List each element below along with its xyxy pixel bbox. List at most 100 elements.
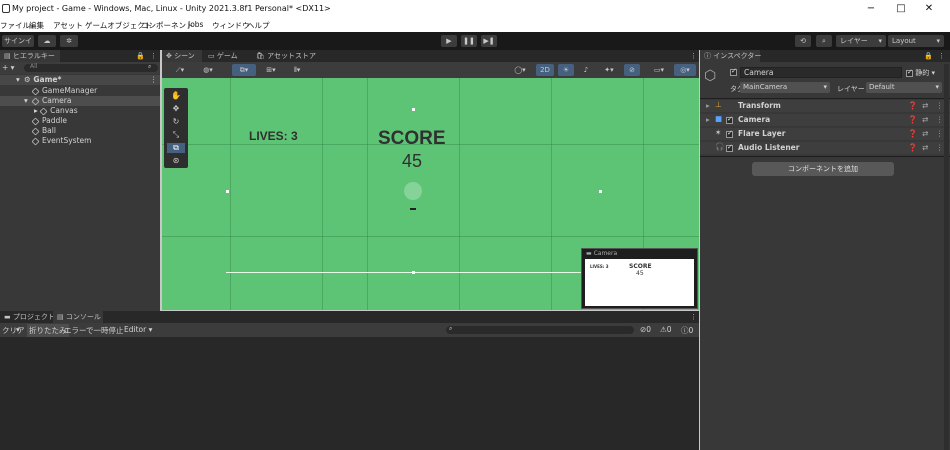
enabled-checkbox[interactable] bbox=[726, 115, 733, 124]
rect-handle[interactable] bbox=[412, 271, 415, 274]
static-checkbox[interactable] bbox=[906, 68, 913, 77]
active-checkbox[interactable] bbox=[730, 67, 737, 76]
enabled-checkbox[interactable] bbox=[726, 143, 733, 152]
hierarchy-search-input[interactable]: All ⌕ bbox=[24, 63, 158, 72]
preset-icon[interactable]: ⇄ bbox=[922, 143, 928, 152]
lighting-icon[interactable]: ☀ bbox=[558, 64, 574, 76]
rect-tool-icon[interactable]: ⧉▾ bbox=[232, 64, 256, 76]
paddle[interactable] bbox=[410, 208, 416, 210]
maximize-button[interactable]: □ bbox=[892, 2, 910, 16]
clear-dropdown-icon[interactable]: ▾ bbox=[16, 325, 20, 334]
tab-hierarchy[interactable]: ▤ ヒエラルキー bbox=[0, 50, 60, 62]
collab-icon[interactable]: ✲ bbox=[60, 35, 78, 47]
rect-handle[interactable] bbox=[599, 190, 602, 193]
list-item[interactable]: EventSystem bbox=[31, 136, 91, 145]
console-search-input[interactable]: ⌕ bbox=[446, 325, 634, 334]
tab-console[interactable]: ▤ コンソール bbox=[53, 311, 103, 323]
minimize-button[interactable]: − bbox=[862, 2, 880, 16]
clear-button[interactable]: クリア bbox=[2, 325, 25, 336]
warning-count[interactable]: ⚠0 bbox=[660, 325, 672, 334]
lives-text[interactable]: LIVES: 3 bbox=[249, 129, 298, 143]
component-camera[interactable]: ▸ ■ Camera ❓ ⇄ ⋮ bbox=[700, 114, 950, 126]
help-icon[interactable]: ❓ bbox=[908, 115, 917, 124]
component-menu-icon[interactable]: ⋮ bbox=[936, 129, 944, 138]
menu-component[interactable]: コンポーネント bbox=[141, 20, 194, 31]
error-pause-toggle[interactable]: エラーで一時停止 bbox=[64, 325, 124, 336]
component-enabled-toggle[interactable] bbox=[726, 143, 733, 153]
rect-transform-tool-icon[interactable]: ⧉ bbox=[167, 143, 185, 153]
tab-project[interactable]: ▬ プロジェクト bbox=[0, 311, 55, 323]
score-value-text[interactable]: 45 bbox=[402, 151, 422, 172]
error-count[interactable]: ⊘0 bbox=[640, 325, 651, 334]
list-item[interactable]: Ball bbox=[31, 126, 56, 135]
scene-row[interactable]: ▾ ⚙ Game* ⋮ bbox=[0, 75, 160, 85]
hand-tool-icon[interactable]: ✋ bbox=[167, 91, 185, 101]
ball[interactable] bbox=[404, 182, 422, 200]
step-button[interactable]: ▶❚ bbox=[481, 35, 497, 47]
scrollbar[interactable] bbox=[944, 64, 949, 450]
active-toggle[interactable] bbox=[730, 67, 737, 77]
component-menu-icon[interactable]: ⋮ bbox=[936, 143, 944, 152]
rotate-tool-icon[interactable]: ↻ bbox=[167, 117, 185, 127]
list-item[interactable]: ▸ Canvas bbox=[34, 106, 78, 115]
camera-settings-icon[interactable]: ▭▾ bbox=[648, 64, 670, 76]
pause-button[interactable]: ❚❚ bbox=[461, 35, 477, 47]
tab-inspector[interactable]: ⓘ インスペクター bbox=[700, 50, 761, 62]
component-menu-icon[interactable]: ⋮ bbox=[936, 115, 944, 124]
menu-help[interactable]: ヘルプ bbox=[247, 20, 270, 31]
account-button[interactable]: サインイン bbox=[2, 35, 34, 57]
object-name-field[interactable]: Camera bbox=[740, 67, 902, 78]
rect-handle[interactable] bbox=[226, 190, 229, 193]
menu-window[interactable]: ウィンドウ bbox=[212, 20, 250, 31]
tag-dropdown[interactable]: MainCamera ▾ bbox=[740, 82, 830, 93]
component-audio-listener[interactable]: 🎧 Audio Listener ❓ ⇄ ⋮ bbox=[700, 142, 950, 154]
tab-game[interactable]: ▭ ゲーム bbox=[208, 50, 238, 62]
menu-file[interactable]: ファイル bbox=[0, 20, 30, 31]
draw-mode-icon[interactable]: ◯▾ bbox=[508, 64, 532, 76]
rect-handle[interactable] bbox=[412, 108, 415, 111]
list-item[interactable]: Paddle bbox=[31, 116, 67, 125]
list-item[interactable]: GameManager bbox=[31, 86, 97, 95]
close-button[interactable]: ✕ bbox=[920, 2, 938, 16]
preset-icon[interactable]: ⇄ bbox=[922, 115, 928, 124]
expand-arrow-icon[interactable]: ▾ bbox=[24, 96, 28, 105]
layout-dropdown[interactable]: Layout ▾ bbox=[888, 35, 944, 47]
component-enabled-toggle[interactable] bbox=[726, 129, 733, 139]
preset-icon[interactable]: ⇄ bbox=[922, 129, 928, 138]
log-count[interactable]: ⓘ0 bbox=[681, 325, 693, 336]
component-flare-layer[interactable]: ✶ Flare Layer ❓ ⇄ ⋮ bbox=[700, 128, 950, 140]
menu-edit[interactable]: 編集 bbox=[29, 20, 44, 31]
list-item-selected[interactable]: ▾ Camera bbox=[0, 96, 160, 106]
lock-icon[interactable]: 🔒 bbox=[136, 50, 145, 62]
move-tool-icon[interactable]: ✥ bbox=[167, 104, 185, 114]
help-icon[interactable]: ❓ bbox=[908, 143, 917, 152]
static-toggle[interactable]: 静的 ▾ bbox=[906, 68, 935, 78]
component-menu-icon[interactable]: ⋮ bbox=[936, 101, 944, 110]
score-title-text[interactable]: SCORE bbox=[378, 128, 446, 150]
expand-arrow-icon[interactable]: ▸ bbox=[706, 115, 710, 124]
preset-icon[interactable]: ⇄ bbox=[922, 101, 928, 110]
audio-icon[interactable]: ♪ bbox=[578, 64, 594, 76]
expand-arrow-icon[interactable]: ▾ bbox=[16, 75, 20, 84]
snap-icon[interactable]: ⦀▾ bbox=[286, 64, 308, 76]
more-menu-icon[interactable]: ⋮ bbox=[690, 311, 697, 323]
expand-arrow-icon[interactable]: ▸ bbox=[706, 101, 710, 110]
add-component-button[interactable]: コンポーネントを追加 bbox=[752, 162, 894, 176]
more-menu-icon[interactable]: ⋮ bbox=[690, 50, 697, 62]
toggle-2d-button[interactable]: 2D bbox=[536, 64, 554, 76]
help-icon[interactable]: ❓ bbox=[908, 129, 917, 138]
effects-icon[interactable]: ✦▾ bbox=[598, 64, 620, 76]
pivot-icon[interactable]: ⊞▾ bbox=[260, 64, 282, 76]
menu-jobs[interactable]: Jobs bbox=[188, 20, 203, 29]
add-object-button[interactable]: + ▾ bbox=[2, 63, 14, 72]
more-menu-icon[interactable]: ⋮ bbox=[938, 50, 945, 62]
layers-dropdown[interactable]: レイヤー ▾ bbox=[836, 35, 886, 47]
gizmo-globe-icon[interactable]: ◍▾ bbox=[196, 64, 220, 76]
layer-dropdown[interactable]: Default ▾ bbox=[866, 82, 942, 93]
search-icon[interactable]: ⌕ bbox=[816, 35, 832, 47]
lock-icon[interactable]: 🔒 bbox=[924, 50, 933, 62]
history-icon[interactable]: ⟲ bbox=[795, 35, 811, 47]
component-enabled-toggle[interactable] bbox=[726, 115, 733, 125]
shading-mode-icon[interactable]: ⟋▾ bbox=[168, 64, 192, 76]
editor-dropdown[interactable]: Editor ▾ bbox=[124, 325, 152, 334]
